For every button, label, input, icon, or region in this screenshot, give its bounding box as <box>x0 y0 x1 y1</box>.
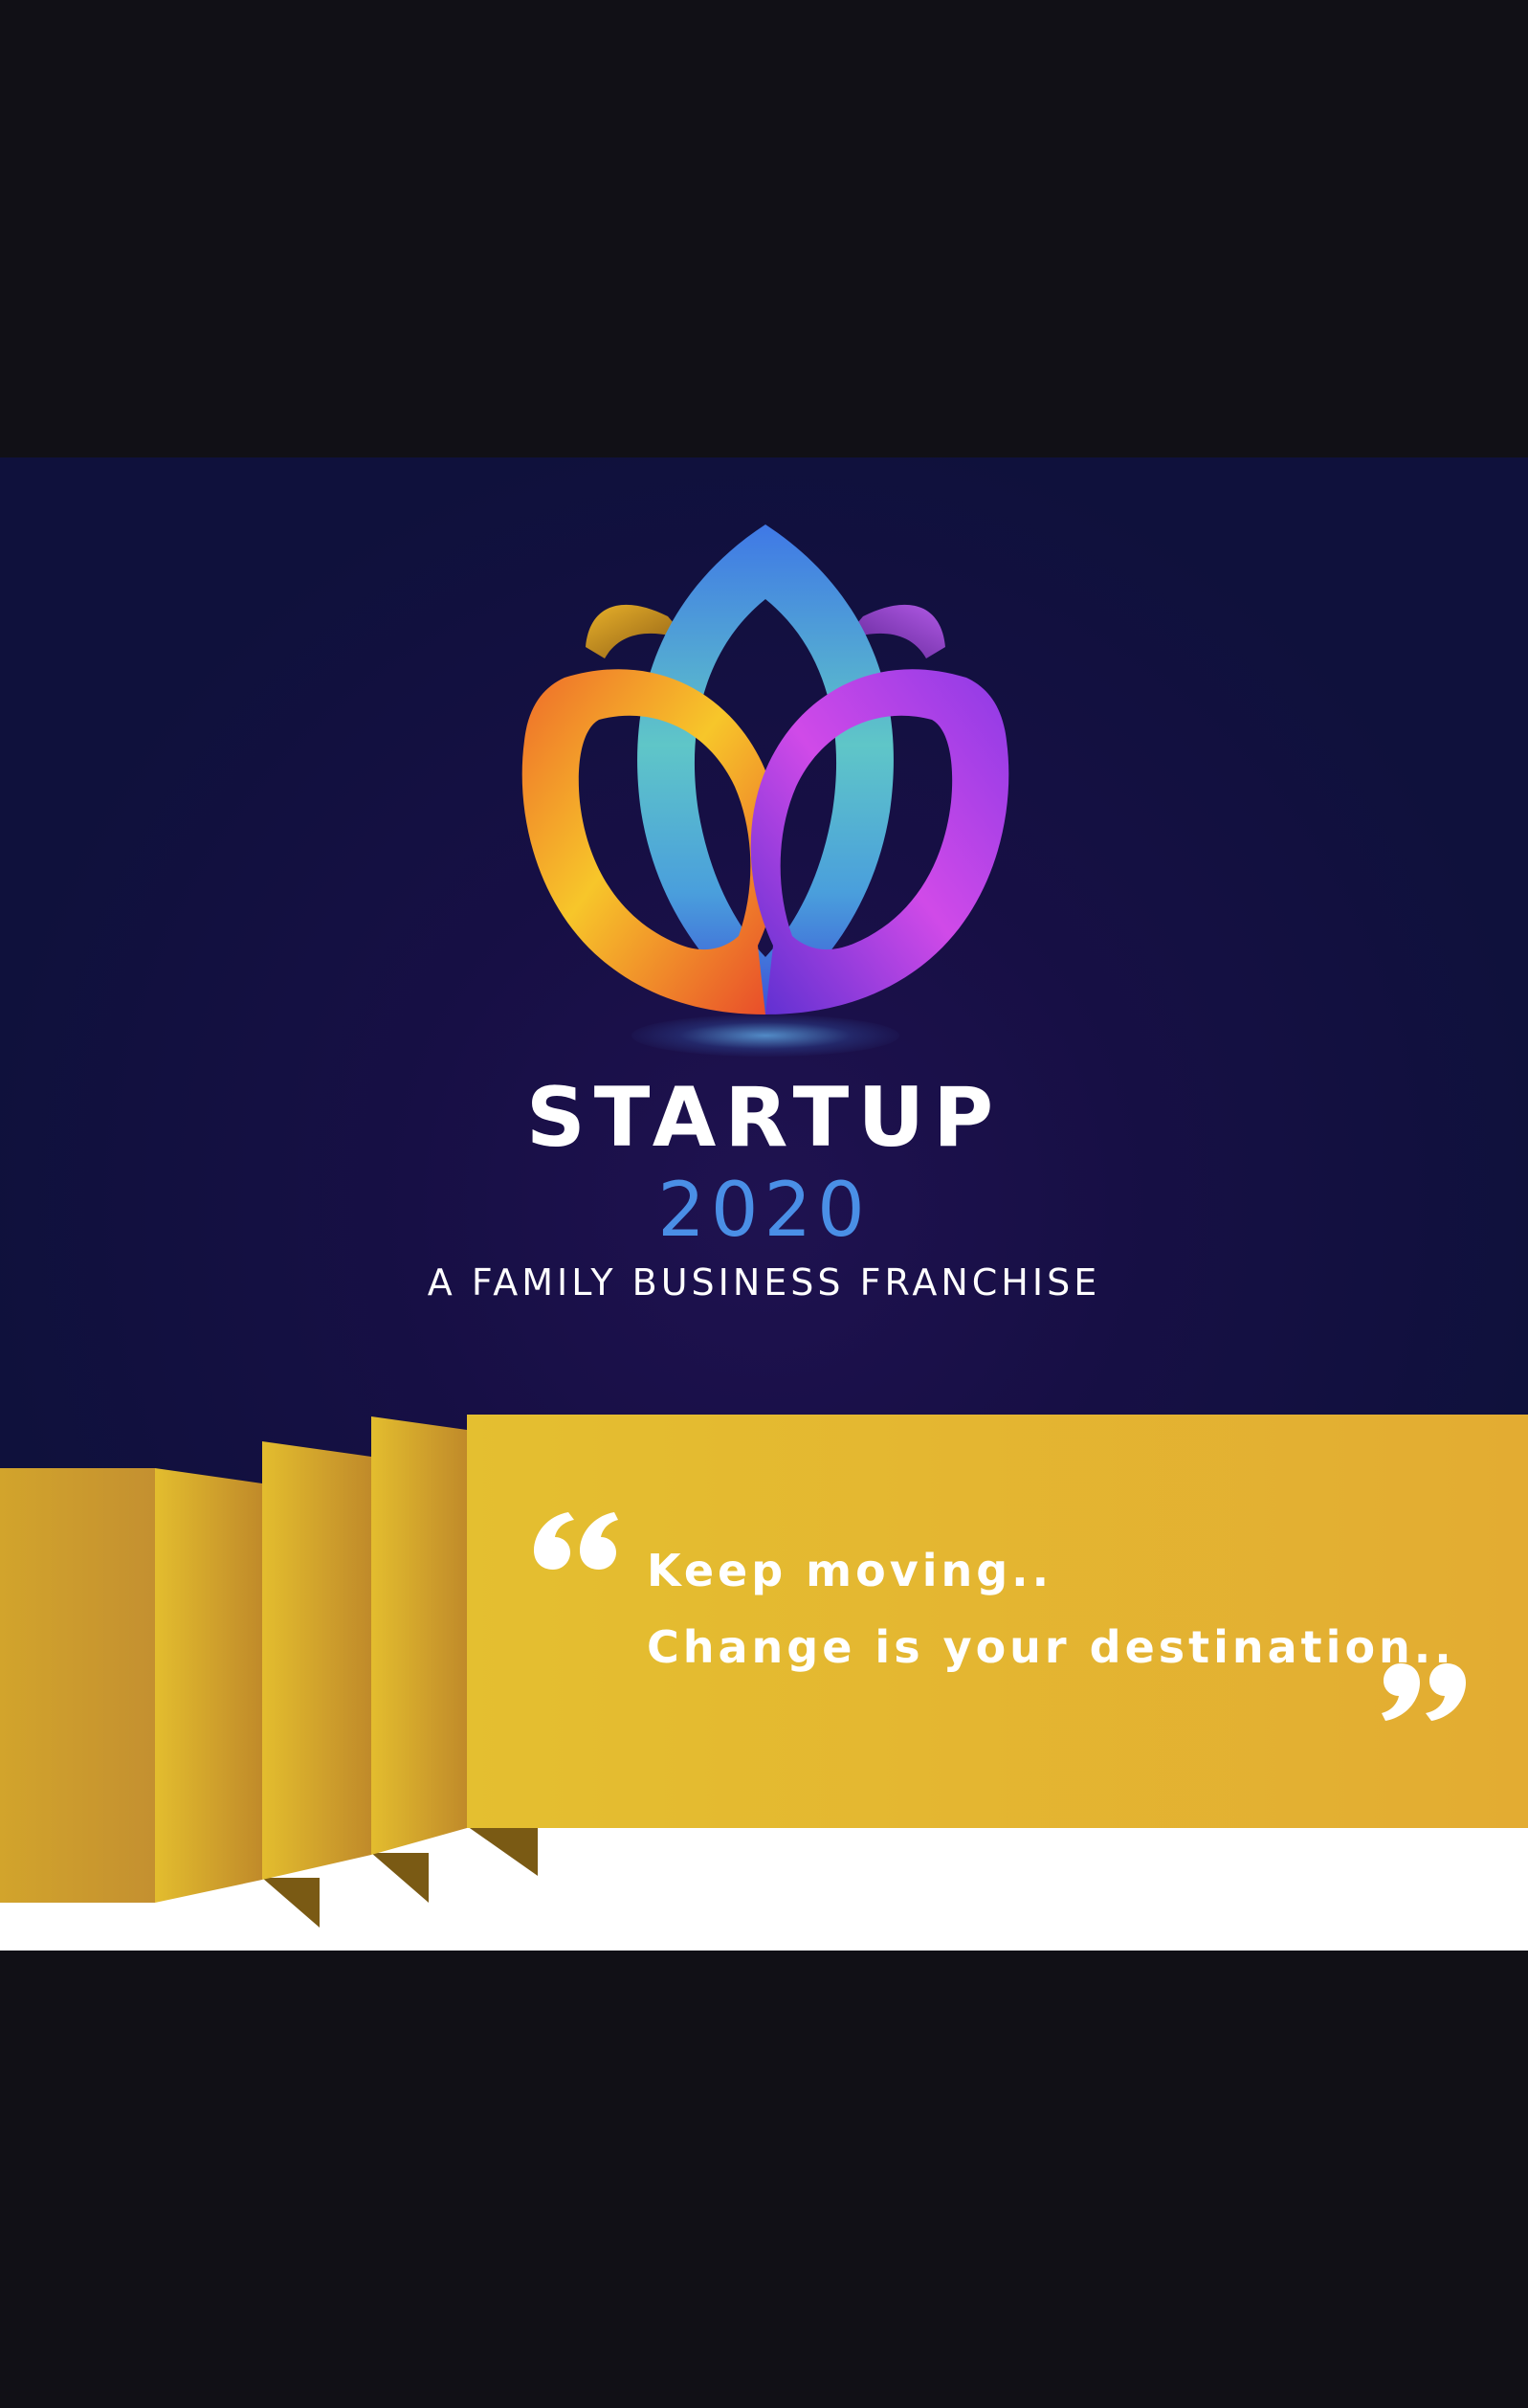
quote-line-1: Keep moving.. <box>647 1545 1053 1596</box>
lotus-logo-icon <box>521 524 1009 1014</box>
open-quote-icon <box>534 1512 618 1570</box>
poster-tagline: A FAMILY BUSINESS FRANCHISE <box>427 1261 1101 1304</box>
quote-line-2: Change is your destination.. <box>647 1621 1455 1673</box>
poster-year: 2020 <box>657 1168 871 1254</box>
poster-title: STARTUP <box>525 1070 1003 1166</box>
gold-ribbon <box>0 1415 1528 1928</box>
logo-glow <box>631 1014 899 1057</box>
page-stage: STARTUP 2020 A FAMILY BUSINESS FRANCHISE <box>0 0 1528 2408</box>
